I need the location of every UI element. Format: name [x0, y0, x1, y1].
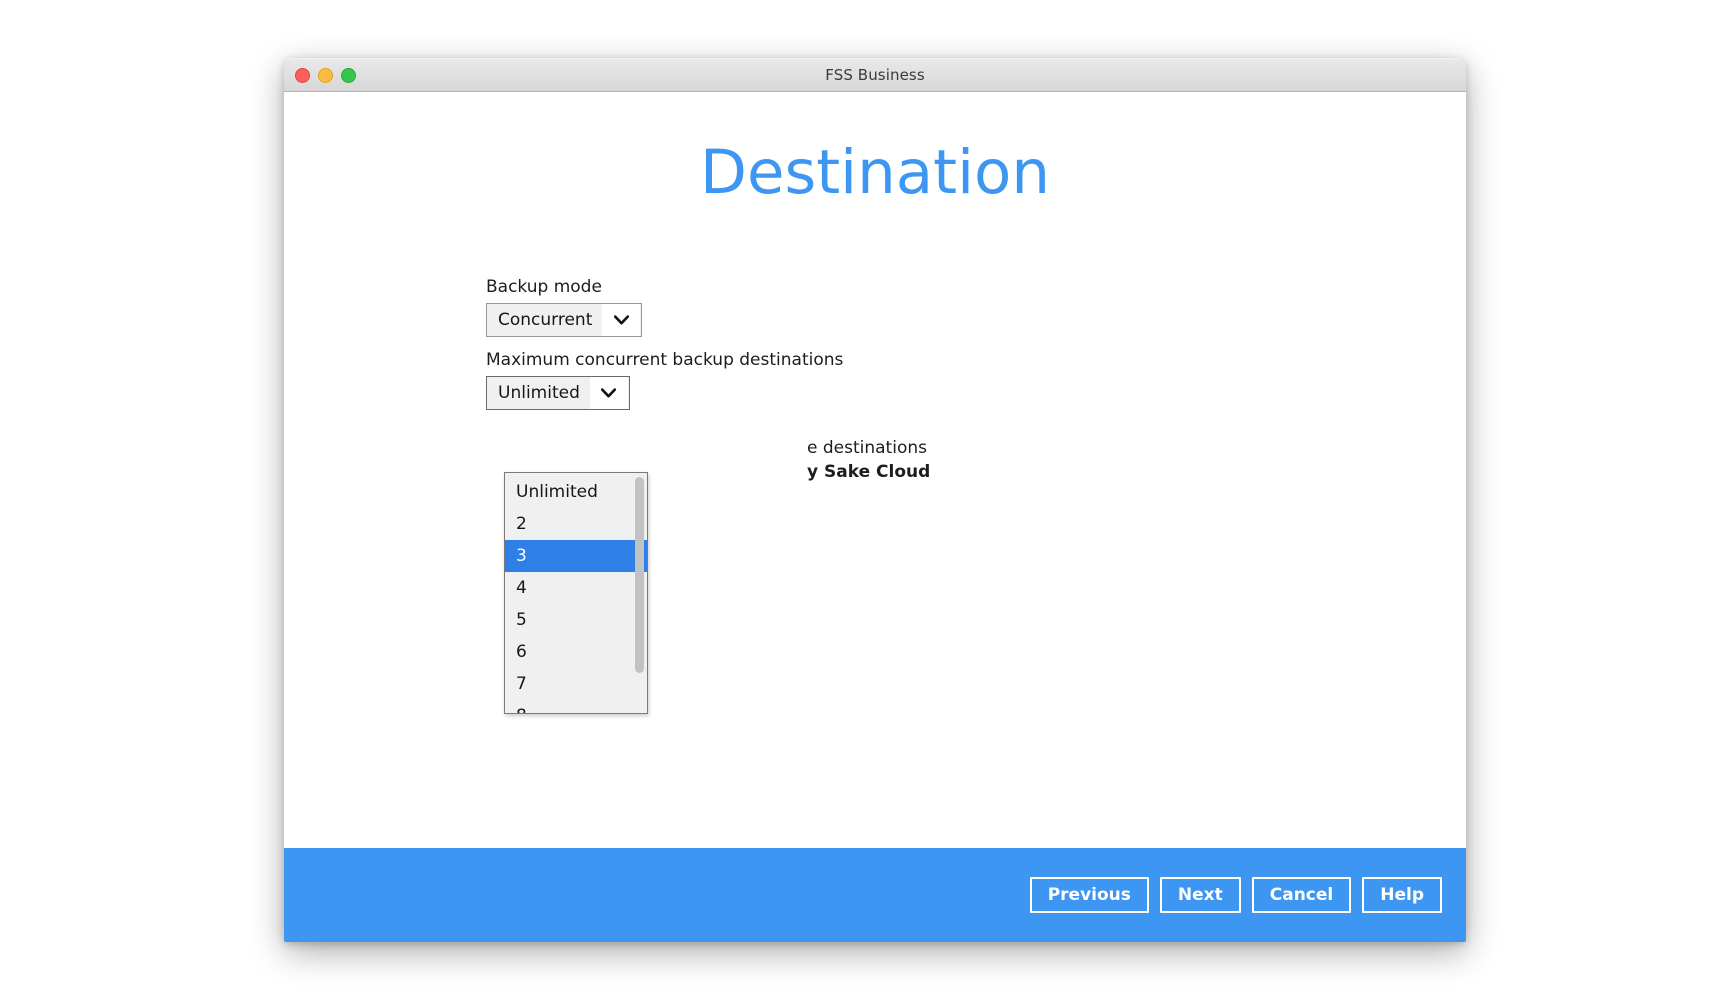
- previous-button[interactable]: Previous: [1029, 877, 1149, 913]
- destination-form: Backup mode Concurrent Maximum concurren…: [486, 276, 1246, 410]
- zoom-button[interactable]: [341, 67, 356, 83]
- backup-mode-field: Backup mode Concurrent: [486, 276, 1246, 337]
- occluded-line-1: e destinations: [807, 438, 927, 458]
- screen: FSS Business Destination e destinations …: [0, 0, 1728, 1008]
- max-destinations-dropdown-list[interactable]: Unlimited2345678: [504, 472, 648, 714]
- close-button[interactable]: [295, 67, 310, 83]
- next-button[interactable]: Next: [1159, 877, 1241, 913]
- max-destinations-value: Unlimited: [498, 383, 580, 403]
- dropdown-options: Unlimited2345678: [505, 473, 647, 713]
- backup-mode-value: Concurrent: [498, 310, 593, 330]
- window-content: Destination e destinations y Sake Cloud …: [284, 92, 1466, 849]
- dropdown-option[interactable]: 5: [505, 604, 647, 636]
- dropdown-option[interactable]: 8: [505, 700, 647, 713]
- backup-mode-select[interactable]: Concurrent: [486, 303, 642, 337]
- max-destinations-label: Maximum concurrent backup destinations: [486, 350, 844, 370]
- dropdown-option[interactable]: 3: [505, 540, 647, 572]
- minimize-button[interactable]: [318, 67, 333, 83]
- dropdown-option[interactable]: Unlimited: [505, 476, 647, 508]
- dropdown-scrollbar[interactable]: [635, 477, 644, 677]
- window-titlebar: FSS Business: [284, 58, 1466, 92]
- dropdown-option[interactable]: 4: [505, 572, 647, 604]
- window-title: FSS Business: [825, 66, 925, 84]
- page-title: Destination: [699, 137, 1051, 208]
- dropdown-option[interactable]: 7: [505, 668, 647, 700]
- dropdown-scrollbar-thumb[interactable]: [635, 477, 644, 673]
- cancel-button[interactable]: Cancel: [1251, 877, 1352, 913]
- wizard-footer: Previous Next Cancel Help: [284, 848, 1466, 942]
- dropdown-option[interactable]: 6: [505, 636, 647, 668]
- help-button[interactable]: Help: [1362, 877, 1442, 913]
- backup-mode-label: Backup mode: [486, 277, 602, 297]
- chevron-down-icon: [602, 304, 641, 336]
- chevron-down-icon: [589, 377, 628, 409]
- max-destinations-select[interactable]: Unlimited: [486, 376, 630, 410]
- max-destinations-field: Maximum concurrent backup destinations U…: [486, 349, 1246, 410]
- dropdown-option[interactable]: 2: [505, 508, 647, 540]
- application-window: FSS Business Destination e destinations …: [284, 58, 1466, 942]
- window-controls: [295, 59, 356, 91]
